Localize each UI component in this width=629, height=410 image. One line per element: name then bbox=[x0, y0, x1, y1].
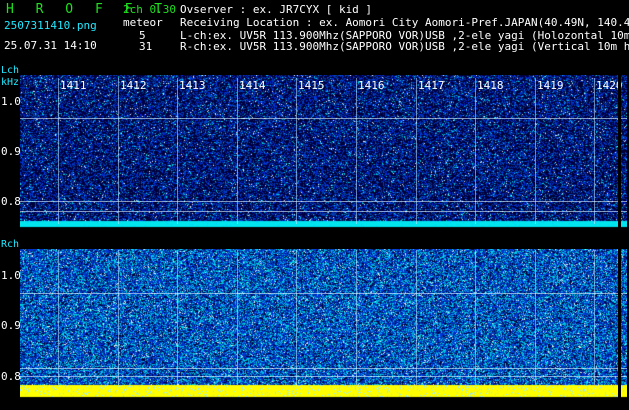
lch-freq-tick: 0.8 bbox=[1, 195, 21, 208]
lch-time-tick: 1416 bbox=[358, 79, 385, 92]
rch-time-gridline bbox=[416, 250, 417, 385]
rch-time-gridline bbox=[237, 250, 238, 385]
lch-freq-gridline bbox=[20, 201, 627, 202]
filename-text: 2507311410.png bbox=[4, 19, 97, 32]
lch-time-gridline bbox=[535, 78, 536, 224]
rch-freq-gridline bbox=[20, 293, 627, 294]
lch-time-tick: 1411 bbox=[60, 79, 87, 92]
time-cursor bbox=[618, 75, 621, 402]
rch-freq-tick: 0.9 bbox=[1, 319, 21, 332]
version-text: 2ch 0.30 bbox=[123, 3, 176, 16]
lch-time-gridline bbox=[594, 78, 595, 224]
rch-time-gridline bbox=[475, 250, 476, 385]
rch-time-gridline bbox=[356, 250, 357, 385]
location-text: Receiving Location : ex. Aomori City Aom… bbox=[180, 16, 629, 29]
lch-time-gridline bbox=[237, 78, 238, 224]
rch-time-gridline bbox=[296, 250, 297, 385]
lch-freq-gridline bbox=[20, 118, 627, 119]
rch-time-gridline bbox=[118, 250, 119, 385]
observer-text: Ovserver : ex. JR7CYX [ kid ] bbox=[180, 3, 373, 16]
rch-time-gridline bbox=[535, 250, 536, 385]
rch-info-text: R-ch:ex. UV5R 113.900Mhz(SAPPORO VOR)USB… bbox=[180, 40, 629, 53]
lch-time-gridline bbox=[296, 78, 297, 224]
lch-freq-tick: 0.9 bbox=[1, 145, 21, 158]
lch-time-gridline bbox=[118, 78, 119, 224]
lch-freq-tick: 1.0 bbox=[1, 95, 21, 108]
lch-freq-gridline bbox=[20, 211, 627, 212]
rch-label: Rch bbox=[1, 239, 20, 250]
rch-freq-tick: 1.0 bbox=[1, 269, 21, 282]
rch-count: 31 bbox=[139, 40, 153, 53]
lch-time-gridline bbox=[177, 78, 178, 224]
lch-time-tick: 1412 bbox=[120, 79, 147, 92]
hroft-window: H R O F F T 2507311410.png 25.07.31 14:1… bbox=[0, 0, 629, 410]
lch-time-tick: 1419 bbox=[537, 79, 564, 92]
lch-time-tick: 1417 bbox=[418, 79, 445, 92]
rch-freq-tick: 0.8 bbox=[1, 370, 21, 383]
lch-time-tick: 1415 bbox=[298, 79, 325, 92]
lch-time-tick: 1414 bbox=[239, 79, 266, 92]
rch-time-gridline bbox=[177, 250, 178, 385]
lch-time-tick: 1418 bbox=[477, 79, 504, 92]
rch-time-gridline bbox=[58, 250, 59, 385]
lch-unit-label: kHz bbox=[1, 77, 20, 88]
lch-time-gridline bbox=[58, 78, 59, 224]
event-label: meteor bbox=[123, 16, 163, 29]
lch-time-gridline bbox=[356, 78, 357, 224]
lch-time-gridline bbox=[475, 78, 476, 224]
rch-time-gridline bbox=[594, 250, 595, 385]
lch-label: Lch bbox=[1, 65, 20, 76]
lch-time-tick: 1413 bbox=[179, 79, 206, 92]
rch-freq-gridline bbox=[20, 376, 627, 377]
datetime-text: 25.07.31 14:10 bbox=[4, 39, 97, 52]
lch-time-gridline bbox=[416, 78, 417, 224]
rch-freq-gridline bbox=[20, 368, 627, 369]
